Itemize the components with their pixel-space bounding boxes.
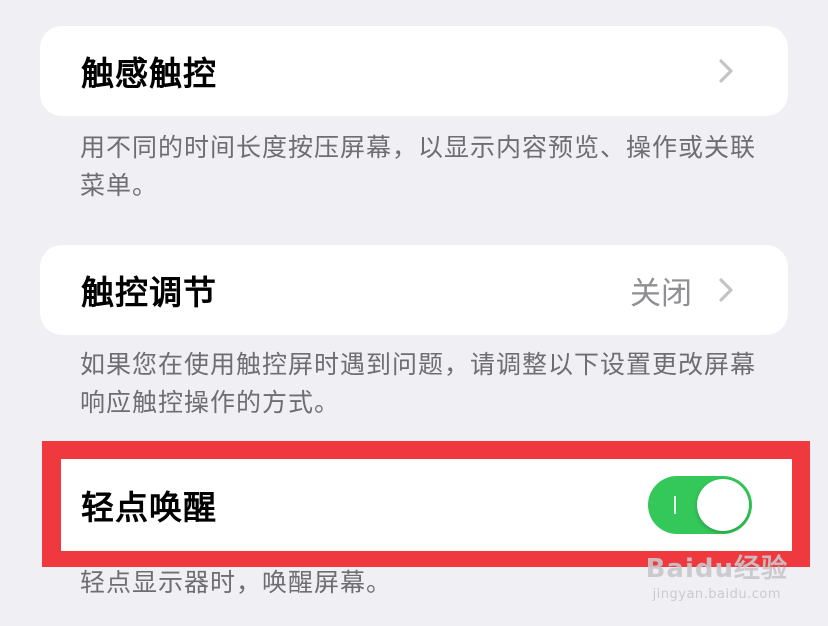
touch-accommodations-value: 关闭 (630, 275, 692, 312)
toggle-on-indicator (674, 496, 676, 514)
watermark-sub: jingyan.baidu.com (652, 587, 782, 602)
chevron-right-icon (706, 270, 746, 310)
haptic-touch-row[interactable]: 触感触控 (40, 26, 788, 116)
haptic-touch-description: 用不同的时间长度按压屏幕，以显示内容预览、操作或关联菜单。 (80, 133, 757, 200)
touch-accommodations-row[interactable]: 触控调节 关闭 (40, 245, 788, 335)
tap-to-wake-label: 轻点唤醒 (81, 488, 217, 527)
toggle-knob (697, 479, 749, 531)
tap-to-wake-row: 轻点唤醒 (61, 459, 792, 551)
touch-accommodations-description: 如果您在使用触控屏时遇到问题，请调整以下设置更改屏幕响应触控操作的方式。 (80, 350, 757, 417)
tap-to-wake-toggle[interactable] (648, 476, 752, 534)
chevron-right-icon (706, 51, 746, 91)
haptic-touch-label: 触感触控 (81, 54, 217, 93)
baidu-watermark: Baidu经验 jingyan.baidu.com (646, 548, 788, 602)
watermark-main: Baidu经验 (645, 554, 788, 584)
touch-accommodations-label: 触控调节 (81, 273, 217, 312)
